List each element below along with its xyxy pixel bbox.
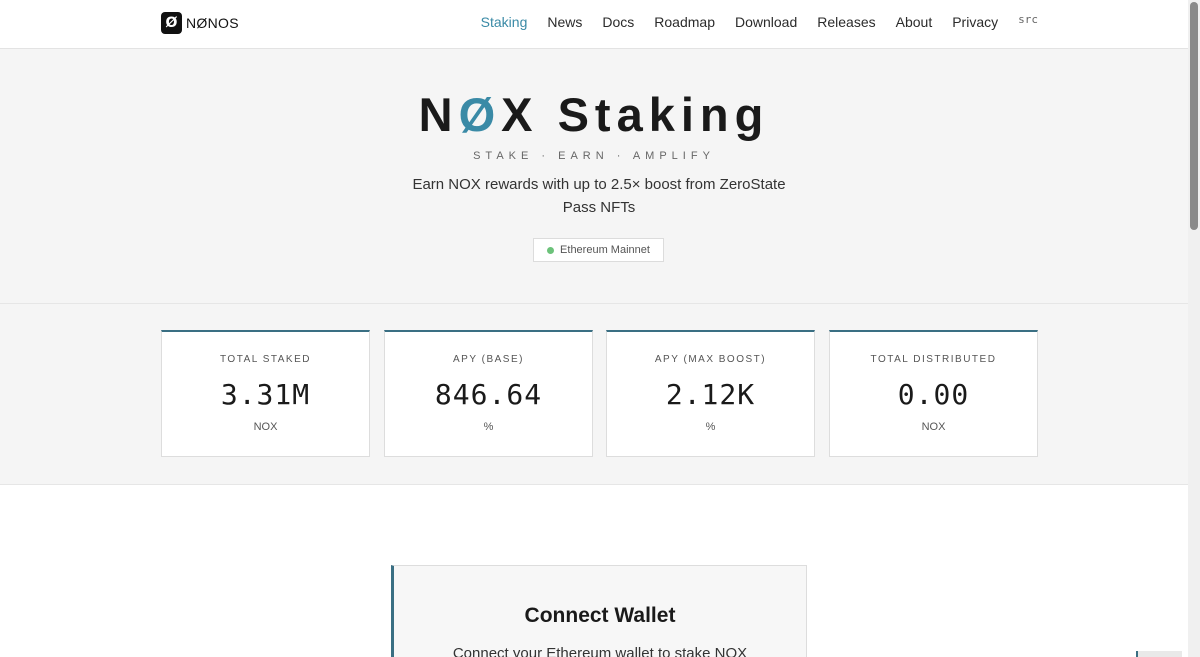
stat-unit: % — [483, 421, 494, 433]
stat-unit: NOX — [253, 421, 278, 433]
connect-wallet-title: Connect Wallet — [524, 604, 676, 627]
nav-link-news[interactable]: News — [547, 14, 582, 30]
stat-card-apy-base: APY (BASE) 846.64 % — [384, 330, 593, 457]
nav-link-download[interactable]: Download — [735, 14, 797, 30]
page-title: NØX Staking — [0, 89, 1188, 141]
site-logo[interactable]: Ø NØNOS — [161, 12, 239, 34]
network-badge: Ethereum Mainnet — [533, 238, 664, 262]
stat-label: APY (MAX BOOST) — [654, 354, 767, 365]
nav-link-docs[interactable]: Docs — [602, 14, 634, 30]
stat-card-total-staked: TOTAL STAKED 3.31M NOX — [161, 330, 370, 457]
stat-unit: NOX — [921, 421, 946, 433]
nav-link-privacy[interactable]: Privacy — [952, 14, 998, 30]
hero-tagline: STAKE · EARN · AMPLIFY — [473, 150, 715, 162]
stat-value: 2.12K — [665, 378, 756, 411]
stat-unit: % — [705, 421, 716, 433]
scrollbar-thumb[interactable] — [1190, 2, 1198, 230]
page-scrollbar[interactable] — [1188, 0, 1200, 657]
floating-widget[interactable] — [1136, 651, 1182, 657]
hero-description: Earn NOX rewards with up to 2.5× boost f… — [412, 176, 786, 216]
main-nav: Staking News Docs Roadmap Download Relea… — [461, 13, 1038, 31]
logo-text: NØNOS — [186, 15, 239, 31]
stats-section: TOTAL STAKED 3.31M NOX APY (BASE) 846.64… — [0, 304, 1188, 485]
stat-label: TOTAL STAKED — [220, 354, 311, 365]
connect-wallet-description: Connect your Ethereum wallet to stake NO… — [452, 645, 748, 657]
title-part-rest: X Staking — [501, 88, 770, 141]
stat-value: 3.31M — [220, 378, 311, 411]
hero-section: NØX Staking STAKE · EARN · AMPLIFY Earn … — [0, 49, 1188, 304]
nav-link-releases[interactable]: Releases — [817, 14, 875, 30]
title-part-n: N — [418, 88, 459, 141]
connect-wallet-card: Connect Wallet Connect your Ethereum wal… — [391, 565, 807, 657]
nav-link-src[interactable]: src — [1018, 13, 1038, 26]
nav-link-staking[interactable]: Staking — [481, 14, 528, 30]
logo-mark-icon: Ø — [161, 12, 182, 34]
nav-link-about[interactable]: About — [896, 14, 933, 30]
stat-card-apy-max-boost: APY (MAX BOOST) 2.12K % — [606, 330, 815, 457]
stat-value: 846.64 — [434, 378, 543, 411]
stat-label: TOTAL DISTRIBUTED — [870, 354, 997, 365]
page-viewport: Ø NØNOS Staking News Docs Roadmap Downlo… — [0, 0, 1188, 657]
nav-link-roadmap[interactable]: Roadmap — [654, 14, 715, 30]
status-dot-icon — [547, 246, 555, 254]
title-part-slash: Ø — [458, 88, 502, 141]
top-navigation-bar: Ø NØNOS Staking News Docs Roadmap Downlo… — [0, 0, 1188, 49]
stat-value: 0.00 — [897, 378, 970, 411]
network-badge-label: Ethereum Mainnet — [560, 244, 650, 256]
stat-card-total-distributed: TOTAL DISTRIBUTED 0.00 NOX — [829, 330, 1038, 457]
stat-label: APY (BASE) — [453, 354, 524, 365]
